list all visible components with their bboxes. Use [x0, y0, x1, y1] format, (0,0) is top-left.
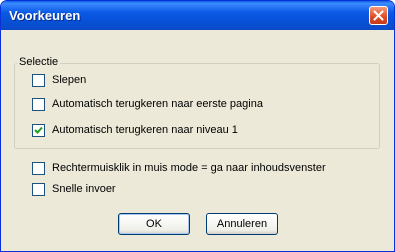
snelle-invoer-checkbox[interactable]	[32, 183, 45, 196]
rechtermuisklik-label: Rechtermuisklik in muis mode = ga naar i…	[52, 162, 326, 174]
dialog-title: Voorkeuren	[9, 8, 81, 23]
cancel-button[interactable]: Annuleren	[206, 213, 278, 235]
rechtermuisklik-checkbox[interactable]	[32, 162, 45, 175]
eerste-pagina-label: Automatisch terugkeren naar eerste pagin…	[52, 98, 263, 110]
slepen-checkbox[interactable]	[32, 74, 45, 87]
niveau-1-label: Automatisch terugkeren naar niveau 1	[52, 124, 238, 136]
slepen-label: Slepen	[52, 74, 87, 86]
checkmark-icon	[34, 126, 43, 134]
selection-group-legend: Selectie	[17, 56, 61, 68]
preferences-dialog: Voorkeuren Selectie Slepen Automatisch t…	[0, 0, 395, 252]
close-icon	[373, 10, 384, 21]
snelle-invoer-label: Snelle invoer	[52, 183, 116, 195]
niveau-1-checkbox[interactable]	[32, 124, 45, 137]
title-bar[interactable]: Voorkeuren	[1, 1, 394, 30]
ok-button[interactable]: OK	[118, 213, 190, 235]
close-button[interactable]	[369, 6, 388, 25]
eerste-pagina-checkbox[interactable]	[32, 98, 45, 111]
